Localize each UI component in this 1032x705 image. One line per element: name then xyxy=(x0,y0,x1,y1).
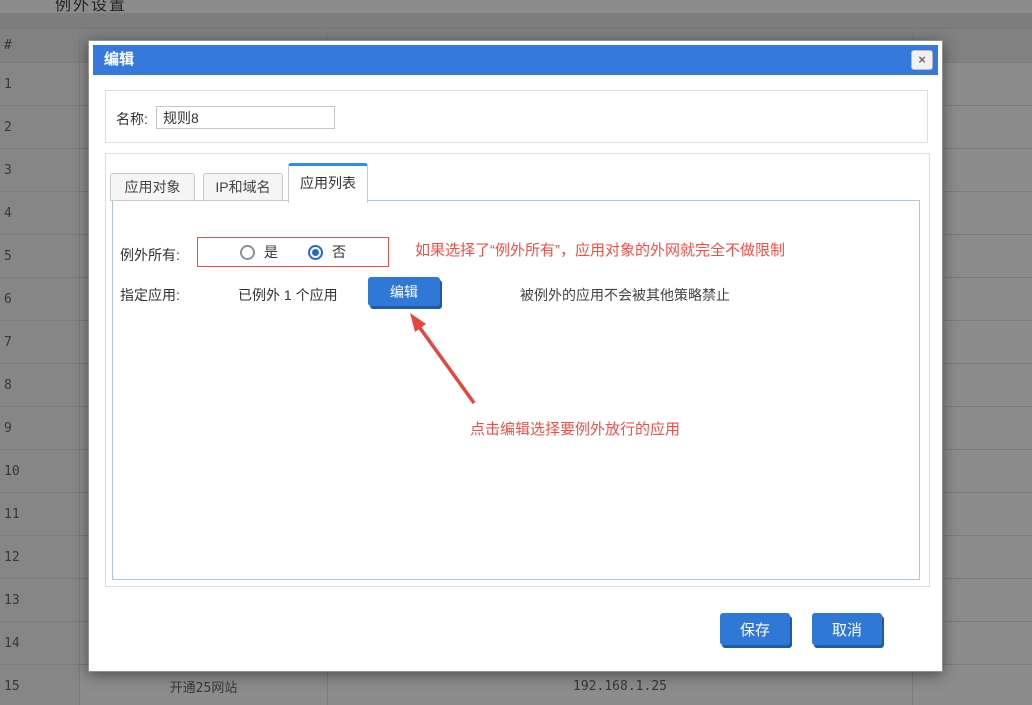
rule-name-input[interactable] xyxy=(156,106,335,129)
annotation-click-edit-note: 点击编辑选择要例外放行的应用 xyxy=(470,418,680,439)
exception-count-text: 已例外 1 个应用 xyxy=(238,285,338,305)
radio-yes-label: 是 xyxy=(264,242,278,262)
save-button[interactable]: 保存 xyxy=(720,613,790,645)
edit-hint-text: 被例外的应用不会被其他策略禁止 xyxy=(520,285,730,305)
cancel-button[interactable]: 取消 xyxy=(812,613,882,645)
name-label: 名称: xyxy=(116,109,148,129)
radio-yes[interactable]: 是 xyxy=(240,242,278,262)
edit-app-button[interactable]: 编辑 xyxy=(368,277,440,306)
exception-all-radio-group: 是 否 xyxy=(197,237,389,267)
radio-yes-icon[interactable] xyxy=(240,245,255,260)
radio-no[interactable]: 否 xyxy=(308,242,346,262)
specified-app-label: 指定应用: xyxy=(120,285,180,305)
close-icon[interactable]: × xyxy=(911,50,933,70)
name-section: 名称: xyxy=(105,90,928,143)
exception-all-label: 例外所有: xyxy=(120,245,180,265)
tab-application-list[interactable]: 应用列表 xyxy=(288,163,368,203)
edit-dialog: 编辑 × 名称: 应用对象 IP和域名 应用列表 例外所有: 是 否 如果选择了… xyxy=(88,40,943,672)
screen: 例外设置 # 123456789101112131415开通25网站192.16… xyxy=(0,0,1032,705)
tab-application-object[interactable]: 应用对象 xyxy=(110,173,195,201)
tab-ip-and-domain[interactable]: IP和域名 xyxy=(203,173,283,201)
radio-no-label: 否 xyxy=(332,242,346,262)
dialog-title: 编辑 xyxy=(104,51,134,68)
radio-no-icon[interactable] xyxy=(308,245,323,260)
annotation-exception-note: 如果选择了“例外所有”，应用对象的外网就完全不做限制 xyxy=(415,239,785,260)
dialog-titlebar: 编辑 xyxy=(93,45,938,75)
